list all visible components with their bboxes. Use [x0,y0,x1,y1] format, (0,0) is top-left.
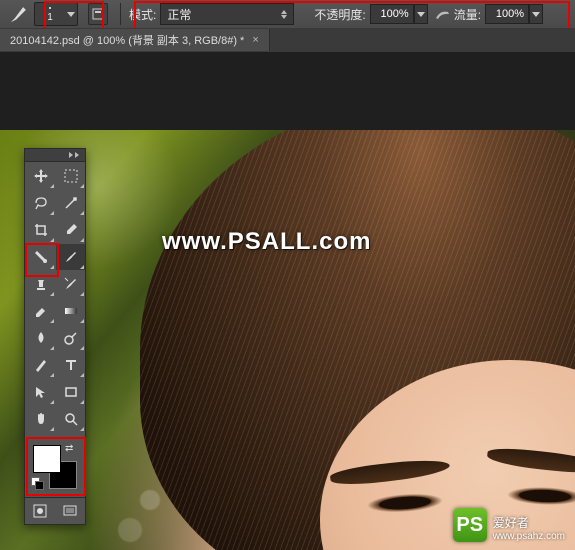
brush-preset-picker[interactable]: 1 [34,2,78,26]
hand-tool[interactable] [26,406,55,432]
tool-indicator-brush-icon [8,3,30,25]
healing-brush-tool[interactable] [26,244,55,270]
default-colors-icon[interactable] [31,477,43,489]
lasso-tool[interactable] [26,190,55,216]
photoshop-window: 1 模式: 正常 不透明度: 100% 流量: 100% 20104142.ps… [0,0,575,550]
flow-dropdown[interactable] [529,4,543,24]
brush-size-dropdown[interactable] [65,4,77,24]
rect-marquee-tool[interactable] [56,163,85,189]
tools-panel-header[interactable] [25,149,85,162]
quickmask-toggle[interactable] [27,500,53,522]
color-swatches: ⇄ [29,437,81,493]
flow-input[interactable]: 100% [485,4,529,24]
separator [120,3,121,25]
document-tab-bar: 20104142.psd @ 100% (背景 副本 3, RGB/8#) * … [0,28,575,53]
swap-colors-icon[interactable]: ⇄ [65,443,73,454]
rectangle-tool[interactable] [56,379,85,405]
close-tab-button[interactable]: × [252,34,258,46]
document-tab-title: 20104142.psd @ 100% (背景 副本 3, RGB/8#) * [10,32,244,48]
watermark-cn: 爱好者 [493,514,565,531]
type-tool[interactable] [56,352,85,378]
path-select-tool[interactable] [26,379,55,405]
blend-mode-select[interactable]: 正常 [160,3,294,25]
site-watermark: PS 爱好者 www.psahz.com [453,508,565,542]
image-content [0,130,575,550]
document-tab[interactable]: 20104142.psd @ 100% (背景 副本 3, RGB/8#) * … [0,29,270,51]
watermark-url: www.psahz.com [493,531,565,542]
blend-mode-value: 正常 [167,6,191,23]
opacity-input[interactable]: 100% [370,4,414,24]
watermark-main: www.PSALL.com [162,228,371,256]
brush-panel-toggle[interactable] [88,3,108,25]
eyedropper-tool[interactable] [56,217,85,243]
airbrush-toggle[interactable] [434,6,452,22]
history-brush-tool[interactable] [56,271,85,297]
brush-size-value: 1 [35,12,65,23]
flow-label: 流量: [454,6,481,23]
screenmode-toggle[interactable] [57,500,83,522]
opacity-label: 不透明度: [314,6,365,23]
brush-size-preview: 1 [35,4,65,24]
document-canvas[interactable] [0,130,575,550]
blend-mode-label: 模式: [129,6,156,23]
foreground-color-swatch[interactable] [33,445,61,473]
crop-tool[interactable] [26,217,55,243]
ps-badge-icon: PS [453,508,487,542]
pen-tool[interactable] [26,352,55,378]
opacity-dropdown[interactable] [414,4,428,24]
tools-panel: ⇄ [24,148,86,525]
collapse-chevron-icon [75,152,79,158]
options-bar: 1 模式: 正常 不透明度: 100% 流量: 100% [0,0,575,29]
clone-stamp-tool[interactable] [26,271,55,297]
move-tool[interactable] [26,163,55,189]
select-chevron-icon [281,10,287,19]
magic-wand-tool[interactable] [56,190,85,216]
gradient-tool[interactable] [56,298,85,324]
brush-tool[interactable] [56,244,85,270]
zoom-tool[interactable] [56,406,85,432]
canvas-background [0,52,575,550]
collapse-chevron-icon [69,152,73,158]
blur-tool[interactable] [26,325,55,351]
eraser-tool[interactable] [26,298,55,324]
dodge-tool[interactable] [56,325,85,351]
